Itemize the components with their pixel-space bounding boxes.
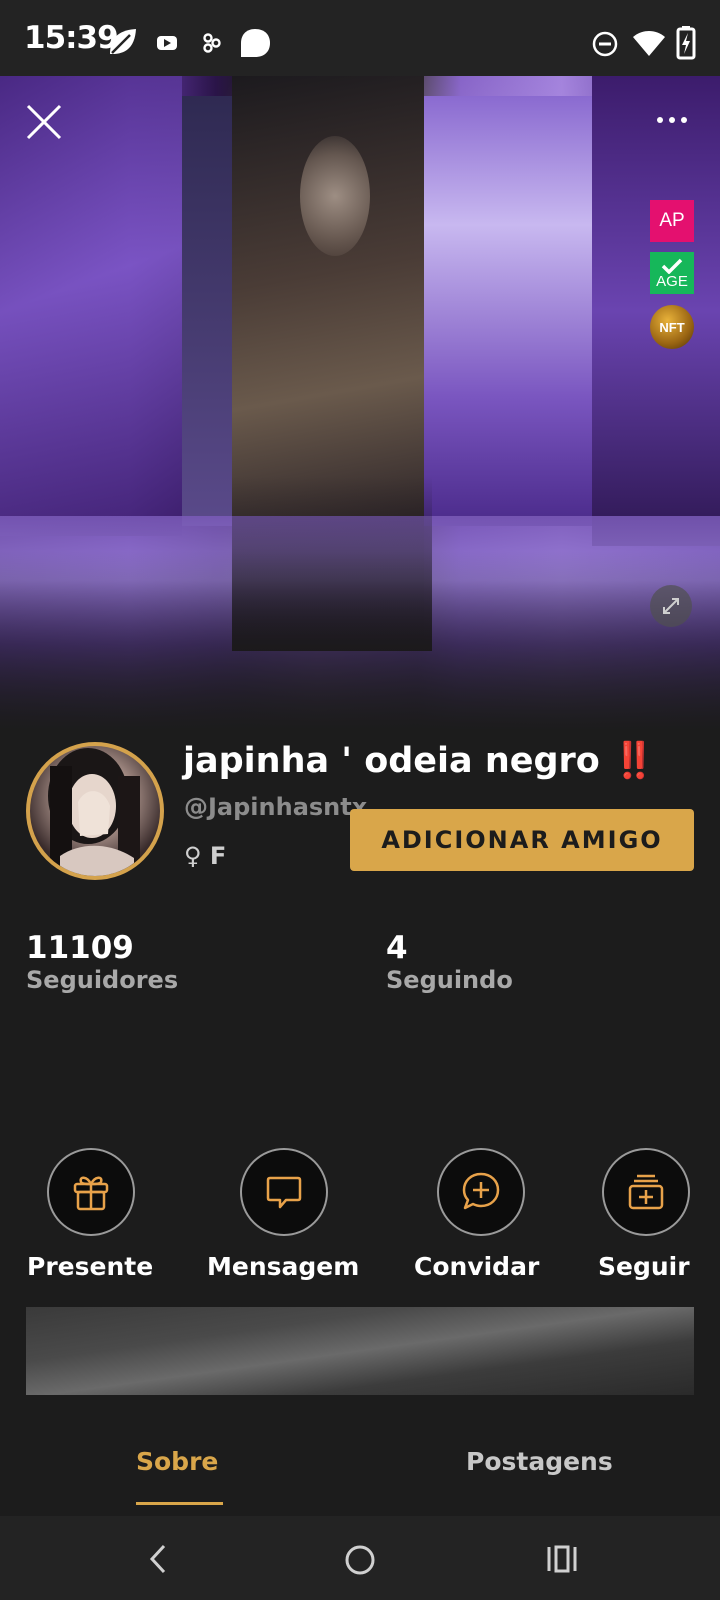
ap-badge-label: AP	[659, 210, 685, 231]
leaf-icon	[106, 27, 138, 61]
checkmark-icon	[661, 258, 683, 274]
profile-banner[interactable]	[26, 1307, 694, 1395]
nft-badge-label: NFT	[659, 319, 685, 335]
expand-cover-button[interactable]	[650, 585, 692, 627]
followers-count[interactable]: 11109	[26, 930, 134, 966]
invite-label[interactable]: Convidar	[414, 1252, 539, 1281]
message-icon	[266, 1176, 302, 1209]
gender-label: ♀ F	[184, 842, 227, 870]
invite-button[interactable]	[437, 1148, 525, 1236]
chat-bubble-icon	[239, 27, 271, 63]
status-time: 15:39	[24, 20, 119, 56]
username: @Japinhasntx	[184, 793, 368, 821]
cover-image[interactable]	[0, 76, 720, 731]
following-label[interactable]: Seguindo	[386, 966, 513, 994]
wifi-icon	[632, 29, 666, 61]
tab-about[interactable]: Sobre	[136, 1447, 218, 1476]
status-bar: 15:39	[0, 0, 720, 76]
gift-button[interactable]	[47, 1148, 135, 1236]
avatar-photo	[48, 748, 140, 876]
battery-charging-icon	[676, 26, 696, 64]
back-icon[interactable]	[146, 1542, 172, 1580]
age-badge-label: AGE	[656, 272, 688, 290]
recents-icon[interactable]	[546, 1544, 578, 1578]
nft-badge[interactable]: NFT	[650, 305, 694, 349]
age-verified-badge[interactable]: AGE	[650, 252, 694, 294]
follow-label[interactable]: Seguir	[598, 1252, 690, 1281]
display-name: japinha ' odeia negro ‼️	[183, 741, 656, 781]
cover-fade	[0, 551, 720, 731]
avatar[interactable]	[26, 742, 164, 880]
video-icon	[156, 33, 178, 57]
home-icon[interactable]	[344, 1544, 376, 1580]
gift-label[interactable]: Presente	[27, 1252, 153, 1281]
gift-icon	[73, 1176, 109, 1211]
followers-label[interactable]: Seguidores	[26, 966, 178, 994]
connect-icon	[202, 33, 222, 57]
do-not-disturb-icon	[592, 31, 618, 61]
follow-button[interactable]	[602, 1148, 690, 1236]
add-friend-button[interactable]: ADICIONAR AMIGO	[350, 809, 694, 871]
message-label[interactable]: Mensagem	[207, 1252, 359, 1281]
ap-badge[interactable]: AP	[650, 200, 694, 242]
system-nav-bar	[0, 1516, 720, 1600]
active-tab-indicator	[136, 1502, 223, 1505]
more-dots-icon	[657, 117, 687, 123]
tab-posts[interactable]: Postagens	[466, 1447, 613, 1476]
follow-folder-plus-icon	[628, 1174, 664, 1210]
expand-icon	[663, 598, 679, 614]
close-button[interactable]	[22, 100, 66, 144]
more-options-button[interactable]	[652, 108, 696, 132]
message-button[interactable]	[240, 1148, 328, 1236]
invite-chat-plus-icon	[462, 1172, 500, 1210]
following-count[interactable]: 4	[386, 930, 408, 966]
